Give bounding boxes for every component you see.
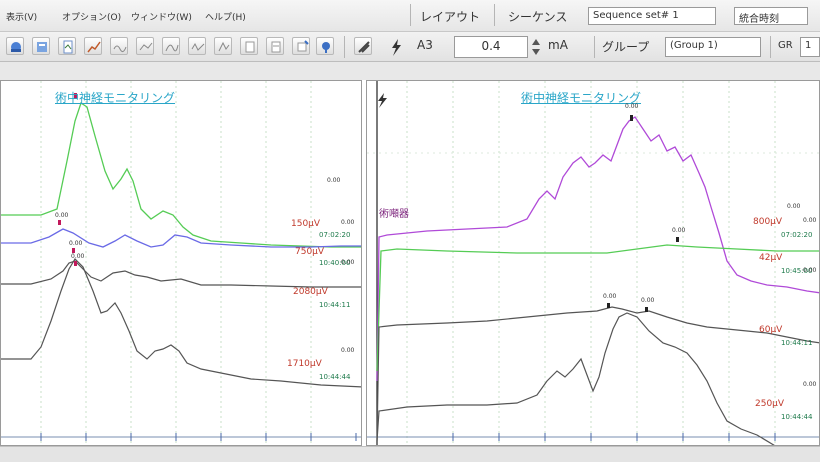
waveform-panel-left[interactable]: 術中神経モニタリング 0.00 0.00 0.00 0.00 150μV 07:… xyxy=(0,80,362,446)
left-trace3-marker: 0.00 xyxy=(341,259,355,266)
right-trace-green xyxy=(376,244,819,372)
menu-separator xyxy=(494,4,495,26)
toolbar-separator xyxy=(594,36,595,58)
right-panel-title: 術中神経モニタリング xyxy=(521,91,642,105)
right-trace1-time: 07:02:20 xyxy=(781,231,813,239)
right-trace1-marker: 0.00 xyxy=(787,203,801,210)
right-annotation: 術噸器 xyxy=(379,209,409,220)
left-trace4-scale: 1710μV xyxy=(287,359,322,369)
current-unit: mA xyxy=(548,38,568,52)
wave-icon-1[interactable] xyxy=(110,37,128,55)
current-input[interactable]: 0.4 xyxy=(454,36,528,58)
left-marker-label: 0.00 xyxy=(69,240,83,247)
left-trace3-time: 10:44:11 xyxy=(319,301,351,309)
chart-icon[interactable] xyxy=(84,37,102,55)
menu-bar: 表示(V) オプション(O) ウィンドウ(W) ヘルプ(H) レイアウト シーケ… xyxy=(0,0,820,32)
panel-header-gap xyxy=(0,62,820,80)
stim-pen-icon[interactable] xyxy=(354,37,372,55)
menu-window[interactable]: ウィンドウ(W) xyxy=(131,10,192,23)
pin-icon[interactable] xyxy=(292,37,310,55)
left-trace1-marker: 0.00 xyxy=(327,177,341,184)
left-marker-label: 0.00 xyxy=(71,253,85,260)
right-marker-label: 0.00 xyxy=(641,297,655,304)
left-trace4-marker: 0.00 xyxy=(341,347,355,354)
db-icon[interactable] xyxy=(32,37,50,55)
menu-view[interactable]: 表示(V) xyxy=(6,10,37,23)
right-trace-magenta xyxy=(376,116,819,382)
right-trace4-marker: 0.00 xyxy=(803,381,817,388)
layout-button[interactable]: レイアウト xyxy=(420,8,480,25)
waveform-panel-right[interactable]: 術中神経モニタリング 術噸器 0.00 0.00 0.00 0.00 0.00 … xyxy=(366,80,820,446)
left-trace3-scale: 2080μV xyxy=(293,287,328,297)
left-waveform-chart xyxy=(1,81,361,445)
wave-icon-2[interactable] xyxy=(136,37,154,55)
current-stepper[interactable] xyxy=(531,36,541,58)
left-trace1-time: 07:02:20 xyxy=(319,231,351,239)
channel-label: A3 xyxy=(417,38,433,52)
right-trace2-scale: 42μV xyxy=(759,253,783,263)
right-trace2-marker: 0.00 xyxy=(803,217,817,224)
toolbar-separator xyxy=(344,36,345,58)
right-waveform-chart xyxy=(367,81,819,445)
menu-help[interactable]: ヘルプ(H) xyxy=(205,10,246,23)
right-trace4-time: 10:44:44 xyxy=(781,413,813,421)
menu-options[interactable]: オプション(O) xyxy=(62,10,121,23)
left-panel-title: 術中神経モニタリング xyxy=(55,91,176,105)
right-trace-gray-2 xyxy=(376,312,775,445)
status-bar xyxy=(0,446,820,462)
right-marker-label: 0.00 xyxy=(625,103,639,110)
left-marker-label: 0.00 xyxy=(55,212,69,219)
group-select[interactable]: (Group 1) xyxy=(665,37,761,57)
left-trace-blue xyxy=(1,228,361,248)
open-icon[interactable] xyxy=(6,37,24,55)
wave-icon-3[interactable] xyxy=(162,37,180,55)
page-icon-1[interactable] xyxy=(240,37,258,55)
wave-icon-4[interactable] xyxy=(188,37,206,55)
left-trace4-time: 10:44:44 xyxy=(319,373,351,381)
left-trace2-marker: 0.00 xyxy=(341,219,355,226)
lightning-icon[interactable] xyxy=(386,36,406,58)
left-grid xyxy=(40,81,312,445)
wave-icon-5[interactable] xyxy=(214,37,232,55)
left-trace-gray-1 xyxy=(1,260,361,288)
right-trace3-marker: 0.00 xyxy=(803,267,817,274)
lightning-marker-icon xyxy=(378,93,387,108)
right-trace4-scale: 250μV xyxy=(755,399,785,409)
gr-label: GR xyxy=(778,40,793,51)
right-trace1-scale: 800μV xyxy=(753,217,783,227)
group-label: グループ xyxy=(602,40,650,54)
left-axis-ticks xyxy=(1,433,361,441)
page-icon-2[interactable] xyxy=(266,37,284,55)
marker-icon[interactable] xyxy=(316,37,334,55)
toolbar-separator xyxy=(770,36,771,58)
doc-icon[interactable] xyxy=(58,37,76,55)
right-trace-gray-1 xyxy=(376,306,819,442)
left-trace2-scale: 750μV xyxy=(295,247,325,257)
right-trace3-time: 10:44:11 xyxy=(781,339,813,347)
mode-select[interactable]: 統合時刻 xyxy=(734,7,808,25)
sequence-label: シーケンス xyxy=(508,10,568,24)
left-trace1-scale: 150μV xyxy=(291,219,321,229)
gr-input[interactable]: 1 xyxy=(800,37,820,57)
menu-separator xyxy=(410,4,411,26)
sequence-select[interactable]: Sequence set# 1 xyxy=(588,7,716,25)
right-marker-label: 0.00 xyxy=(672,227,686,234)
right-trace3-scale: 60μV xyxy=(759,325,783,335)
right-marker-label: 0.00 xyxy=(603,293,617,300)
